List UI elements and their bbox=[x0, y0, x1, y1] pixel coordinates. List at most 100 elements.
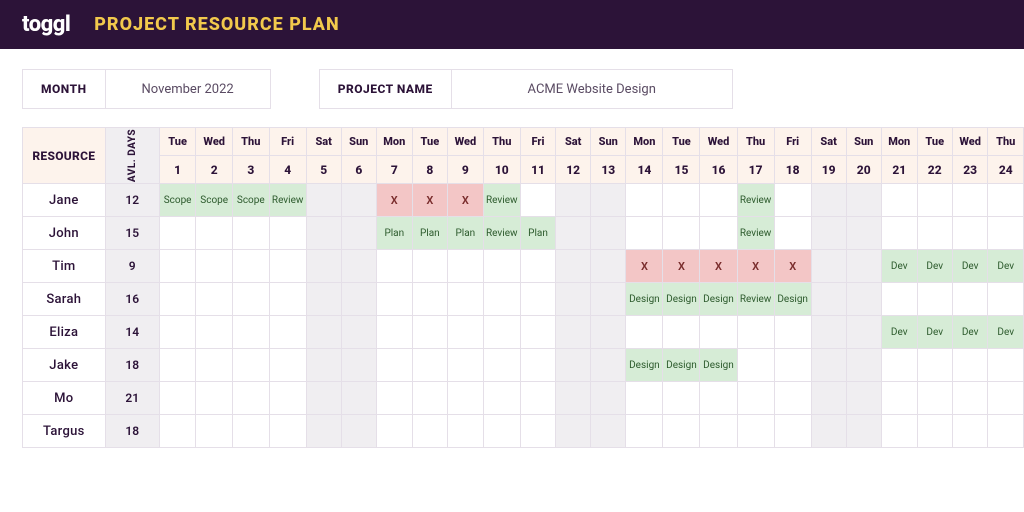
plan-cell[interactable] bbox=[306, 283, 341, 316]
plan-cell[interactable]: Review bbox=[737, 184, 774, 217]
plan-cell[interactable] bbox=[232, 382, 269, 415]
plan-cell[interactable] bbox=[881, 415, 917, 448]
plan-cell[interactable] bbox=[591, 250, 626, 283]
plan-cell[interactable] bbox=[952, 382, 988, 415]
plan-cell[interactable] bbox=[591, 316, 626, 349]
plan-cell[interactable] bbox=[811, 382, 846, 415]
plan-cell[interactable] bbox=[626, 316, 663, 349]
plan-cell[interactable] bbox=[448, 349, 484, 382]
plan-cell[interactable] bbox=[520, 415, 555, 448]
plan-cell[interactable]: Design bbox=[774, 283, 811, 316]
plan-cell[interactable] bbox=[269, 250, 306, 283]
plan-cell[interactable] bbox=[774, 349, 811, 382]
plan-cell[interactable] bbox=[881, 382, 917, 415]
plan-cell[interactable] bbox=[846, 349, 881, 382]
plan-cell[interactable] bbox=[556, 283, 591, 316]
plan-cell[interactable]: Review bbox=[737, 283, 774, 316]
plan-cell[interactable] bbox=[269, 316, 306, 349]
plan-cell[interactable] bbox=[376, 349, 412, 382]
plan-cell[interactable] bbox=[811, 217, 846, 250]
plan-cell[interactable] bbox=[412, 250, 447, 283]
plan-cell[interactable] bbox=[306, 250, 341, 283]
plan-cell[interactable] bbox=[846, 382, 881, 415]
plan-cell[interactable] bbox=[196, 217, 233, 250]
plan-cell[interactable]: X bbox=[412, 184, 447, 217]
plan-cell[interactable]: Design bbox=[700, 349, 737, 382]
plan-cell[interactable]: Dev bbox=[952, 250, 988, 283]
plan-cell[interactable] bbox=[159, 316, 196, 349]
plan-cell[interactable] bbox=[448, 316, 484, 349]
plan-cell[interactable]: X bbox=[774, 250, 811, 283]
plan-cell[interactable] bbox=[376, 250, 412, 283]
plan-cell[interactable] bbox=[663, 382, 700, 415]
plan-cell[interactable]: X bbox=[700, 250, 737, 283]
plan-cell[interactable] bbox=[917, 217, 952, 250]
plan-cell[interactable] bbox=[232, 349, 269, 382]
plan-cell[interactable] bbox=[232, 250, 269, 283]
plan-cell[interactable] bbox=[159, 283, 196, 316]
plan-cell[interactable] bbox=[917, 349, 952, 382]
plan-cell[interactable] bbox=[774, 415, 811, 448]
plan-cell[interactable] bbox=[737, 349, 774, 382]
plan-cell[interactable] bbox=[306, 217, 341, 250]
plan-cell[interactable] bbox=[846, 283, 881, 316]
plan-cell[interactable] bbox=[988, 382, 1024, 415]
plan-cell[interactable] bbox=[952, 349, 988, 382]
plan-cell[interactable] bbox=[700, 217, 737, 250]
plan-cell[interactable] bbox=[483, 415, 520, 448]
plan-cell[interactable]: Plan bbox=[412, 217, 447, 250]
plan-cell[interactable]: Dev bbox=[881, 316, 917, 349]
plan-cell[interactable] bbox=[520, 349, 555, 382]
plan-cell[interactable] bbox=[341, 184, 376, 217]
plan-cell[interactable] bbox=[232, 316, 269, 349]
plan-cell[interactable] bbox=[626, 415, 663, 448]
plan-cell[interactable] bbox=[232, 415, 269, 448]
plan-cell[interactable] bbox=[952, 283, 988, 316]
plan-cell[interactable] bbox=[881, 184, 917, 217]
plan-cell[interactable] bbox=[556, 217, 591, 250]
plan-cell[interactable] bbox=[700, 184, 737, 217]
plan-cell[interactable] bbox=[556, 184, 591, 217]
plan-cell[interactable] bbox=[520, 316, 555, 349]
plan-cell[interactable] bbox=[846, 217, 881, 250]
plan-cell[interactable]: Plan bbox=[376, 217, 412, 250]
plan-cell[interactable] bbox=[556, 382, 591, 415]
plan-cell[interactable] bbox=[269, 382, 306, 415]
plan-cell[interactable] bbox=[232, 283, 269, 316]
plan-cell[interactable]: Review bbox=[737, 217, 774, 250]
plan-cell[interactable] bbox=[412, 349, 447, 382]
plan-cell[interactable] bbox=[952, 184, 988, 217]
plan-cell[interactable] bbox=[412, 382, 447, 415]
plan-cell[interactable] bbox=[626, 184, 663, 217]
plan-cell[interactable]: X bbox=[626, 250, 663, 283]
plan-cell[interactable]: Review bbox=[483, 184, 520, 217]
plan-cell[interactable] bbox=[341, 250, 376, 283]
plan-cell[interactable]: Review bbox=[269, 184, 306, 217]
plan-cell[interactable]: Dev bbox=[988, 316, 1024, 349]
plan-cell[interactable] bbox=[556, 250, 591, 283]
plan-cell[interactable] bbox=[952, 217, 988, 250]
plan-cell[interactable]: Design bbox=[663, 349, 700, 382]
plan-cell[interactable] bbox=[196, 283, 233, 316]
plan-cell[interactable] bbox=[448, 250, 484, 283]
plan-cell[interactable] bbox=[159, 349, 196, 382]
plan-cell[interactable]: Scope bbox=[159, 184, 196, 217]
plan-cell[interactable] bbox=[196, 250, 233, 283]
plan-cell[interactable] bbox=[341, 415, 376, 448]
plan-cell[interactable] bbox=[774, 217, 811, 250]
plan-cell[interactable] bbox=[376, 382, 412, 415]
plan-cell[interactable] bbox=[917, 184, 952, 217]
plan-cell[interactable]: Design bbox=[626, 283, 663, 316]
plan-cell[interactable] bbox=[663, 415, 700, 448]
plan-cell[interactable]: Scope bbox=[196, 184, 233, 217]
plan-cell[interactable] bbox=[341, 217, 376, 250]
plan-cell[interactable]: Plan bbox=[448, 217, 484, 250]
plan-cell[interactable] bbox=[988, 217, 1024, 250]
plan-cell[interactable] bbox=[774, 184, 811, 217]
plan-cell[interactable]: Scope bbox=[232, 184, 269, 217]
plan-cell[interactable] bbox=[306, 382, 341, 415]
plan-cell[interactable] bbox=[811, 283, 846, 316]
plan-cell[interactable] bbox=[917, 415, 952, 448]
plan-cell[interactable] bbox=[988, 349, 1024, 382]
plan-cell[interactable] bbox=[269, 217, 306, 250]
